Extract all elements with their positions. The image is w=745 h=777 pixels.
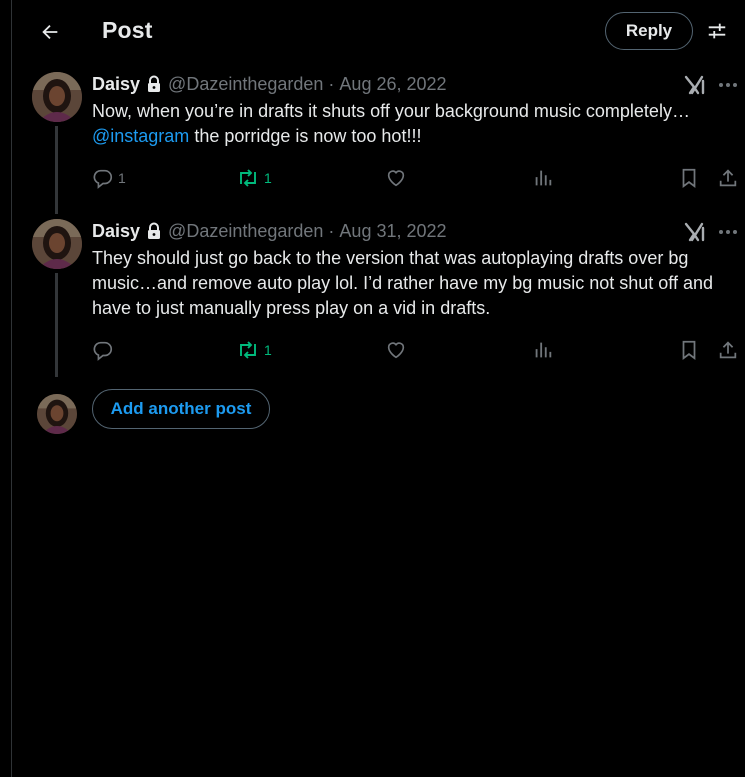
author-name[interactable]: Daisy — [92, 221, 140, 242]
post-header: Daisy @Dazeinthegarden · Aug 31, 2022 — [92, 219, 447, 243]
reply-action[interactable]: 1 — [92, 166, 126, 190]
post-text: They should just go back to the version … — [92, 248, 713, 318]
post-2: Daisy @Dazeinthegarden · Aug 31, 2022 Th… — [12, 219, 745, 379]
compose-avatar[interactable] — [37, 394, 77, 434]
grok-button[interactable] — [683, 221, 707, 243]
grok-icon — [684, 222, 705, 242]
author-handle[interactable]: @Dazeinthegarden — [168, 221, 323, 242]
page-title: Post — [102, 17, 153, 43]
thread-line — [55, 126, 58, 214]
views-icon — [535, 170, 552, 186]
repost-action[interactable]: 1 — [236, 338, 272, 362]
repost-icon — [240, 341, 256, 359]
back-arrow-icon — [42, 24, 58, 40]
grok-icon — [684, 75, 705, 95]
post-text: Now, when you’re in drafts it shuts off … — [92, 99, 742, 149]
settings-sliders-icon — [708, 23, 726, 39]
post-text-line2: the porridge is now too hot!!! — [189, 126, 422, 146]
lock-icon — [146, 222, 162, 240]
avatar-image — [32, 219, 82, 269]
bookmark-icon — [682, 168, 696, 188]
repost-count: 1 — [264, 342, 272, 358]
avatar-image — [37, 394, 77, 434]
author-name[interactable]: Daisy — [92, 74, 140, 95]
like-icon — [387, 342, 405, 359]
bookmark-icon — [682, 340, 696, 360]
separator: · — [328, 220, 335, 241]
lock-icon — [146, 75, 162, 93]
more-button[interactable] — [716, 223, 740, 241]
settings-button[interactable] — [703, 17, 731, 45]
add-another-post-button[interactable]: Add another post — [92, 389, 270, 429]
more-button[interactable] — [716, 76, 740, 94]
like-icon — [387, 170, 405, 187]
header: Post Reply — [12, 0, 745, 64]
post-text-line1: Now, when you’re in drafts it shuts off … — [92, 101, 690, 121]
post-1: Daisy @Dazeinthegarden · Aug 26, 2022 No… — [12, 72, 745, 214]
more-icon — [719, 83, 737, 87]
reply-icon — [93, 341, 113, 361]
reply-action[interactable] — [92, 338, 118, 362]
action-bar: 1 — [92, 338, 742, 362]
share-icon — [719, 341, 737, 359]
more-icon — [719, 230, 737, 234]
action-bar: 1 1 — [92, 166, 742, 190]
like-action[interactable] — [385, 166, 407, 190]
repost-icon — [240, 169, 256, 187]
avatar[interactable] — [32, 72, 82, 122]
post-header: Daisy @Dazeinthegarden · Aug 26, 2022 — [92, 72, 447, 96]
repost-count: 1 — [264, 170, 272, 186]
thread-line — [55, 273, 58, 377]
share-icon — [719, 169, 737, 187]
grok-button[interactable] — [683, 74, 707, 96]
reply-count: 1 — [118, 170, 126, 186]
mention-link[interactable]: @instagram — [92, 126, 189, 146]
author-handle[interactable]: @Dazeinthegarden — [168, 74, 323, 95]
avatar-image — [32, 72, 82, 122]
share-action[interactable] — [717, 338, 739, 362]
views-icon — [535, 342, 552, 358]
separator: · — [328, 73, 335, 94]
post-date[interactable]: Aug 26, 2022 — [339, 74, 446, 95]
bookmark-action[interactable] — [678, 338, 700, 362]
back-button[interactable] — [32, 14, 68, 50]
repost-action[interactable]: 1 — [236, 166, 272, 190]
avatar[interactable] — [32, 219, 82, 269]
reply-button[interactable]: Reply — [605, 12, 693, 50]
views-action[interactable] — [532, 338, 554, 362]
views-action[interactable] — [532, 166, 554, 190]
reply-icon — [93, 169, 113, 189]
like-action[interactable] — [385, 338, 407, 362]
post-date[interactable]: Aug 31, 2022 — [339, 221, 446, 242]
share-action[interactable] — [717, 166, 739, 190]
bookmark-action[interactable] — [678, 166, 700, 190]
